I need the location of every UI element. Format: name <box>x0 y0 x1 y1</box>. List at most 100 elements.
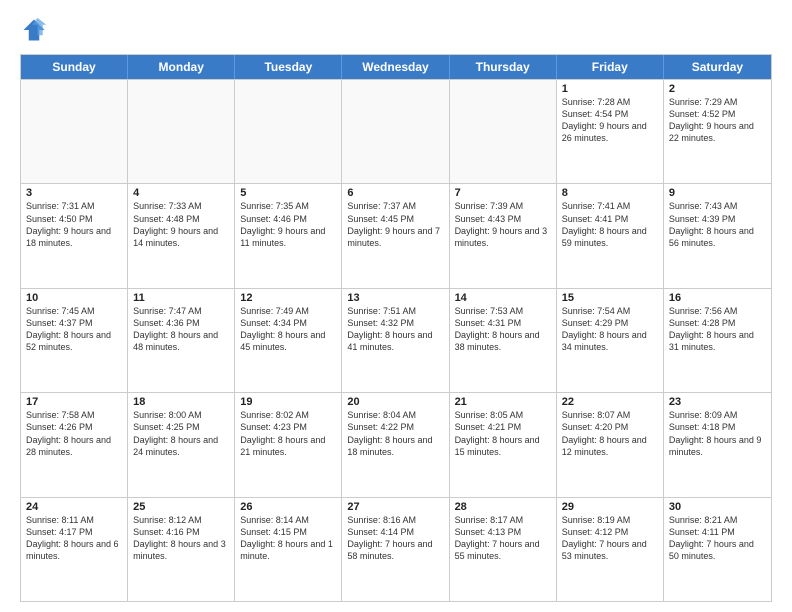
calendar-cell: 20Sunrise: 8:04 AM Sunset: 4:22 PM Dayli… <box>342 393 449 496</box>
day-info: Sunrise: 7:29 AM Sunset: 4:52 PM Dayligh… <box>669 96 766 145</box>
calendar-cell: 25Sunrise: 8:12 AM Sunset: 4:16 PM Dayli… <box>128 498 235 601</box>
day-number: 4 <box>133 187 229 199</box>
logo <box>20 16 52 44</box>
calendar-header-cell: Tuesday <box>235 55 342 79</box>
calendar-cell: 22Sunrise: 8:07 AM Sunset: 4:20 PM Dayli… <box>557 393 664 496</box>
calendar-cell: 11Sunrise: 7:47 AM Sunset: 4:36 PM Dayli… <box>128 289 235 392</box>
calendar-header-cell: Thursday <box>450 55 557 79</box>
day-info: Sunrise: 7:51 AM Sunset: 4:32 PM Dayligh… <box>347 305 443 354</box>
calendar-row: 17Sunrise: 7:58 AM Sunset: 4:26 PM Dayli… <box>21 392 771 496</box>
calendar-cell: 27Sunrise: 8:16 AM Sunset: 4:14 PM Dayli… <box>342 498 449 601</box>
day-number: 25 <box>133 501 229 513</box>
day-number: 14 <box>455 292 551 304</box>
day-number: 24 <box>26 501 122 513</box>
day-number: 16 <box>669 292 766 304</box>
calendar-cell <box>21 80 128 183</box>
day-number: 18 <box>133 396 229 408</box>
day-info: Sunrise: 7:35 AM Sunset: 4:46 PM Dayligh… <box>240 200 336 249</box>
day-info: Sunrise: 8:04 AM Sunset: 4:22 PM Dayligh… <box>347 409 443 458</box>
day-info: Sunrise: 7:49 AM Sunset: 4:34 PM Dayligh… <box>240 305 336 354</box>
day-info: Sunrise: 7:53 AM Sunset: 4:31 PM Dayligh… <box>455 305 551 354</box>
calendar-cell: 26Sunrise: 8:14 AM Sunset: 4:15 PM Dayli… <box>235 498 342 601</box>
day-number: 21 <box>455 396 551 408</box>
day-info: Sunrise: 8:12 AM Sunset: 4:16 PM Dayligh… <box>133 514 229 563</box>
calendar-header-cell: Saturday <box>664 55 771 79</box>
calendar-cell: 16Sunrise: 7:56 AM Sunset: 4:28 PM Dayli… <box>664 289 771 392</box>
calendar-cell: 4Sunrise: 7:33 AM Sunset: 4:48 PM Daylig… <box>128 184 235 287</box>
day-info: Sunrise: 7:41 AM Sunset: 4:41 PM Dayligh… <box>562 200 658 249</box>
day-number: 10 <box>26 292 122 304</box>
day-number: 30 <box>669 501 766 513</box>
day-info: Sunrise: 7:54 AM Sunset: 4:29 PM Dayligh… <box>562 305 658 354</box>
day-number: 19 <box>240 396 336 408</box>
day-number: 8 <box>562 187 658 199</box>
calendar-cell: 2Sunrise: 7:29 AM Sunset: 4:52 PM Daylig… <box>664 80 771 183</box>
day-info: Sunrise: 8:05 AM Sunset: 4:21 PM Dayligh… <box>455 409 551 458</box>
day-number: 20 <box>347 396 443 408</box>
calendar-header-cell: Monday <box>128 55 235 79</box>
day-number: 23 <box>669 396 766 408</box>
calendar-cell: 18Sunrise: 8:00 AM Sunset: 4:25 PM Dayli… <box>128 393 235 496</box>
calendar-cell: 28Sunrise: 8:17 AM Sunset: 4:13 PM Dayli… <box>450 498 557 601</box>
calendar-cell: 29Sunrise: 8:19 AM Sunset: 4:12 PM Dayli… <box>557 498 664 601</box>
day-info: Sunrise: 7:58 AM Sunset: 4:26 PM Dayligh… <box>26 409 122 458</box>
day-number: 13 <box>347 292 443 304</box>
day-number: 6 <box>347 187 443 199</box>
day-info: Sunrise: 8:17 AM Sunset: 4:13 PM Dayligh… <box>455 514 551 563</box>
calendar-row: 10Sunrise: 7:45 AM Sunset: 4:37 PM Dayli… <box>21 288 771 392</box>
day-info: Sunrise: 8:02 AM Sunset: 4:23 PM Dayligh… <box>240 409 336 458</box>
calendar-cell: 7Sunrise: 7:39 AM Sunset: 4:43 PM Daylig… <box>450 184 557 287</box>
calendar-cell <box>235 80 342 183</box>
calendar-cell: 3Sunrise: 7:31 AM Sunset: 4:50 PM Daylig… <box>21 184 128 287</box>
calendar-header-cell: Friday <box>557 55 664 79</box>
day-number: 27 <box>347 501 443 513</box>
day-number: 2 <box>669 83 766 95</box>
calendar-cell: 30Sunrise: 8:21 AM Sunset: 4:11 PM Dayli… <box>664 498 771 601</box>
calendar-header-row: SundayMondayTuesdayWednesdayThursdayFrid… <box>21 55 771 79</box>
calendar-cell: 19Sunrise: 8:02 AM Sunset: 4:23 PM Dayli… <box>235 393 342 496</box>
day-info: Sunrise: 7:43 AM Sunset: 4:39 PM Dayligh… <box>669 200 766 249</box>
day-number: 9 <box>669 187 766 199</box>
calendar-cell: 21Sunrise: 8:05 AM Sunset: 4:21 PM Dayli… <box>450 393 557 496</box>
calendar-body: 1Sunrise: 7:28 AM Sunset: 4:54 PM Daylig… <box>21 79 771 601</box>
calendar-cell: 17Sunrise: 7:58 AM Sunset: 4:26 PM Dayli… <box>21 393 128 496</box>
calendar-header-cell: Sunday <box>21 55 128 79</box>
calendar-row: 1Sunrise: 7:28 AM Sunset: 4:54 PM Daylig… <box>21 79 771 183</box>
calendar-cell: 1Sunrise: 7:28 AM Sunset: 4:54 PM Daylig… <box>557 80 664 183</box>
day-number: 1 <box>562 83 658 95</box>
day-number: 22 <box>562 396 658 408</box>
day-number: 26 <box>240 501 336 513</box>
calendar-row: 24Sunrise: 8:11 AM Sunset: 4:17 PM Dayli… <box>21 497 771 601</box>
day-info: Sunrise: 8:16 AM Sunset: 4:14 PM Dayligh… <box>347 514 443 563</box>
calendar-cell: 6Sunrise: 7:37 AM Sunset: 4:45 PM Daylig… <box>342 184 449 287</box>
day-info: Sunrise: 7:45 AM Sunset: 4:37 PM Dayligh… <box>26 305 122 354</box>
day-info: Sunrise: 7:31 AM Sunset: 4:50 PM Dayligh… <box>26 200 122 249</box>
calendar-cell: 14Sunrise: 7:53 AM Sunset: 4:31 PM Dayli… <box>450 289 557 392</box>
calendar-cell: 24Sunrise: 8:11 AM Sunset: 4:17 PM Dayli… <box>21 498 128 601</box>
calendar-cell: 5Sunrise: 7:35 AM Sunset: 4:46 PM Daylig… <box>235 184 342 287</box>
day-number: 3 <box>26 187 122 199</box>
day-info: Sunrise: 8:11 AM Sunset: 4:17 PM Dayligh… <box>26 514 122 563</box>
day-number: 15 <box>562 292 658 304</box>
day-number: 17 <box>26 396 122 408</box>
day-info: Sunrise: 7:37 AM Sunset: 4:45 PM Dayligh… <box>347 200 443 249</box>
day-number: 29 <box>562 501 658 513</box>
page: SundayMondayTuesdayWednesdayThursdayFrid… <box>0 0 792 612</box>
day-number: 11 <box>133 292 229 304</box>
day-info: Sunrise: 8:00 AM Sunset: 4:25 PM Dayligh… <box>133 409 229 458</box>
calendar-cell <box>128 80 235 183</box>
day-info: Sunrise: 8:21 AM Sunset: 4:11 PM Dayligh… <box>669 514 766 563</box>
day-info: Sunrise: 7:28 AM Sunset: 4:54 PM Dayligh… <box>562 96 658 145</box>
day-info: Sunrise: 8:07 AM Sunset: 4:20 PM Dayligh… <box>562 409 658 458</box>
day-info: Sunrise: 7:56 AM Sunset: 4:28 PM Dayligh… <box>669 305 766 354</box>
day-info: Sunrise: 8:19 AM Sunset: 4:12 PM Dayligh… <box>562 514 658 563</box>
calendar-cell: 15Sunrise: 7:54 AM Sunset: 4:29 PM Dayli… <box>557 289 664 392</box>
calendar-cell: 23Sunrise: 8:09 AM Sunset: 4:18 PM Dayli… <box>664 393 771 496</box>
logo-icon <box>20 16 48 44</box>
calendar-cell: 13Sunrise: 7:51 AM Sunset: 4:32 PM Dayli… <box>342 289 449 392</box>
calendar-row: 3Sunrise: 7:31 AM Sunset: 4:50 PM Daylig… <box>21 183 771 287</box>
day-info: Sunrise: 8:14 AM Sunset: 4:15 PM Dayligh… <box>240 514 336 563</box>
calendar-header-cell: Wednesday <box>342 55 449 79</box>
calendar-cell: 8Sunrise: 7:41 AM Sunset: 4:41 PM Daylig… <box>557 184 664 287</box>
day-info: Sunrise: 7:39 AM Sunset: 4:43 PM Dayligh… <box>455 200 551 249</box>
